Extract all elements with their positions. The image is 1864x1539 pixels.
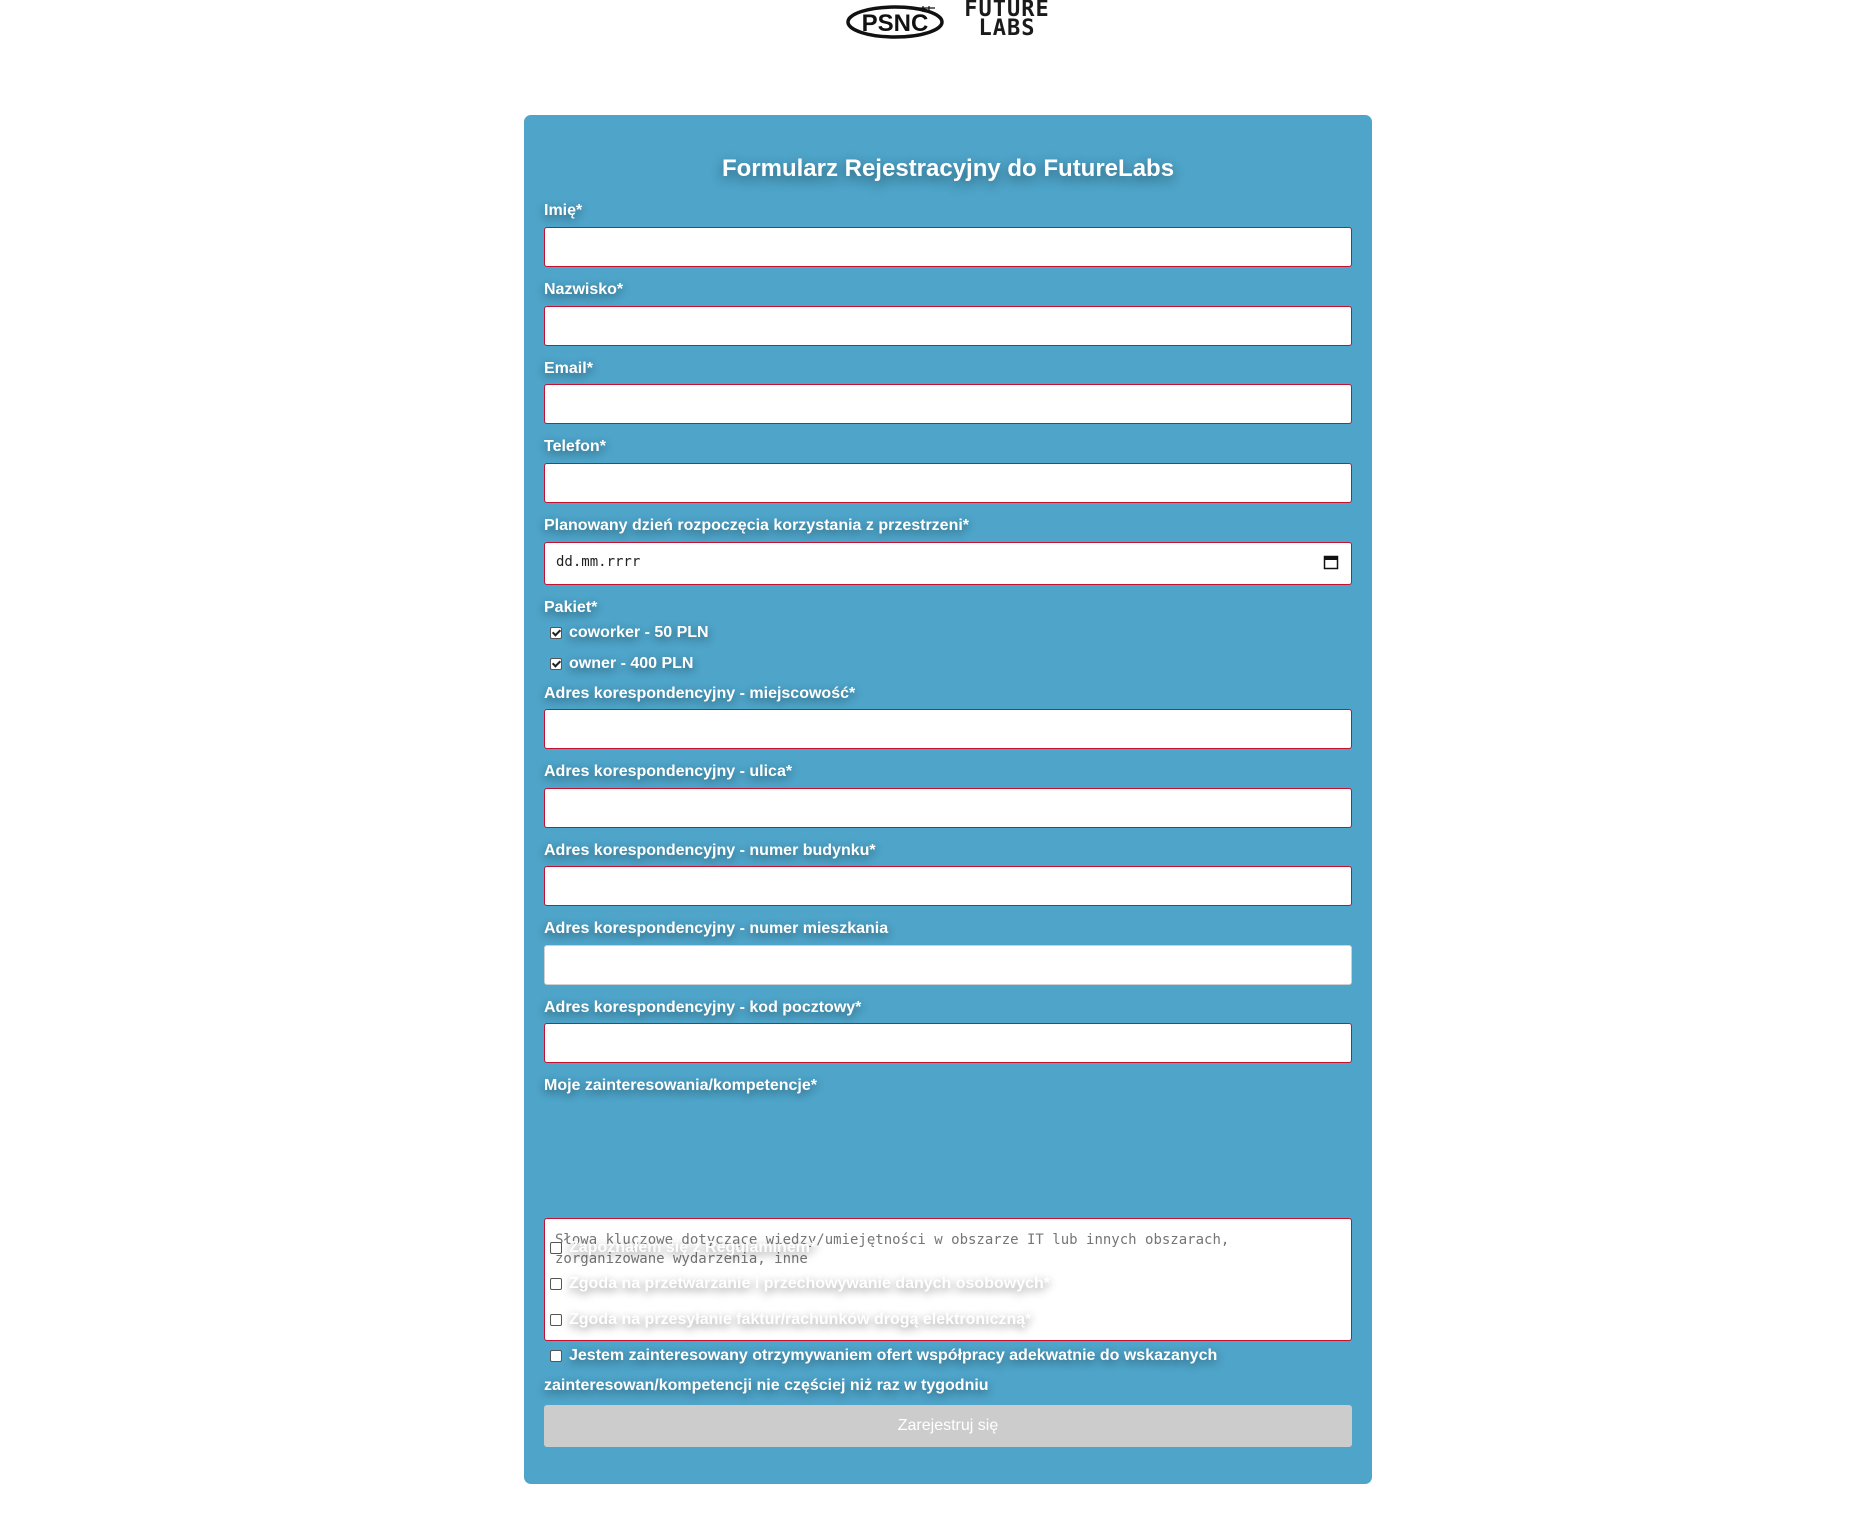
package-checkbox-owner[interactable]	[550, 658, 562, 670]
consent-checkbox-oferty[interactable]	[550, 1350, 562, 1362]
label-nazwisko: Nazwisko*	[544, 281, 624, 298]
consent-checkbox-dane-osobowe[interactable]	[550, 1278, 562, 1290]
numer-budynku-input[interactable]	[544, 866, 1352, 906]
telefon-input[interactable]	[544, 463, 1352, 503]
package-label-coworker[interactable]: coworker - 50 PLN	[569, 624, 709, 642]
package-checkbox-coworker[interactable]	[550, 627, 562, 639]
consent-label-faktury[interactable]: Zgoda na przesyłanie faktur/rachunków dr…	[569, 1311, 1031, 1329]
label-email: Email*	[544, 360, 593, 377]
consent-checkbox-faktury[interactable]	[550, 1314, 562, 1326]
svg-text:PSNC: PSNC	[862, 10, 929, 37]
register-button[interactable]: Zarejestruj się	[544, 1405, 1352, 1447]
label-data-start: Planowany dzień rozpoczęcia korzystania …	[544, 517, 970, 534]
label-telefon: Telefon*	[544, 438, 606, 455]
label-ulica: Adres korespondencyjny - ulica*	[544, 763, 793, 780]
date-input[interactable]: dd.mm.rrrr	[544, 542, 1352, 585]
header-logos: PSNC FUTURE LABS	[845, 0, 1049, 44]
label-pakiet: Pakiet*	[544, 599, 598, 616]
registration-form: Formularz Rejestracyjny do FutureLabs Im…	[524, 115, 1372, 1484]
consent-label-dane-osobowe[interactable]: Zgoda na przetwarzanie i przechowywanie …	[569, 1275, 1050, 1293]
future-labs-logo: FUTURE LABS	[962, 0, 1052, 40]
label-numer-budynku: Adres korespondencyjny - numer budynku*	[544, 842, 876, 859]
psnc-logo: PSNC	[846, 5, 944, 39]
consent-label-oferty-line1[interactable]: Jestem zainteresowany otrzymywaniem ofer…	[569, 1347, 1217, 1365]
form-title: Formularz Rejestracyjny do FutureLabs	[721, 155, 1175, 182]
consent-label-oferty-line2[interactable]: zainteresowan/kompetencji nie częściej n…	[544, 1377, 989, 1395]
kod-pocztowy-input[interactable]	[544, 1023, 1352, 1063]
consent-checkbox-regulamin[interactable]	[550, 1242, 562, 1254]
package-label-owner[interactable]: owner - 400 PLN	[569, 655, 693, 673]
email-input[interactable]	[544, 384, 1352, 424]
label-zainteresowania: Moje zainteresowania/kompetencje*	[544, 1077, 817, 1094]
miejscowosc-input[interactable]	[544, 709, 1352, 749]
imie-input[interactable]	[544, 227, 1352, 267]
label-imie: Imię*	[544, 202, 583, 219]
numer-mieszkania-input[interactable]	[544, 945, 1352, 985]
consent-label-regulamin[interactable]: Zapoznałem się z Regulaminem*	[569, 1239, 816, 1257]
label-miejscowosc: Adres korespondencyjny - miejscowość*	[544, 685, 856, 702]
calendar-icon[interactable]	[1323, 554, 1339, 570]
date-placeholder: dd.mm.rrrr	[556, 554, 641, 570]
ulica-input[interactable]	[544, 788, 1352, 828]
nazwisko-input[interactable]	[544, 306, 1352, 346]
label-numer-mieszkania: Adres korespondencyjny - numer mieszkani…	[544, 920, 889, 937]
label-kod-pocztowy: Adres korespondencyjny - kod pocztowy*	[544, 999, 862, 1016]
